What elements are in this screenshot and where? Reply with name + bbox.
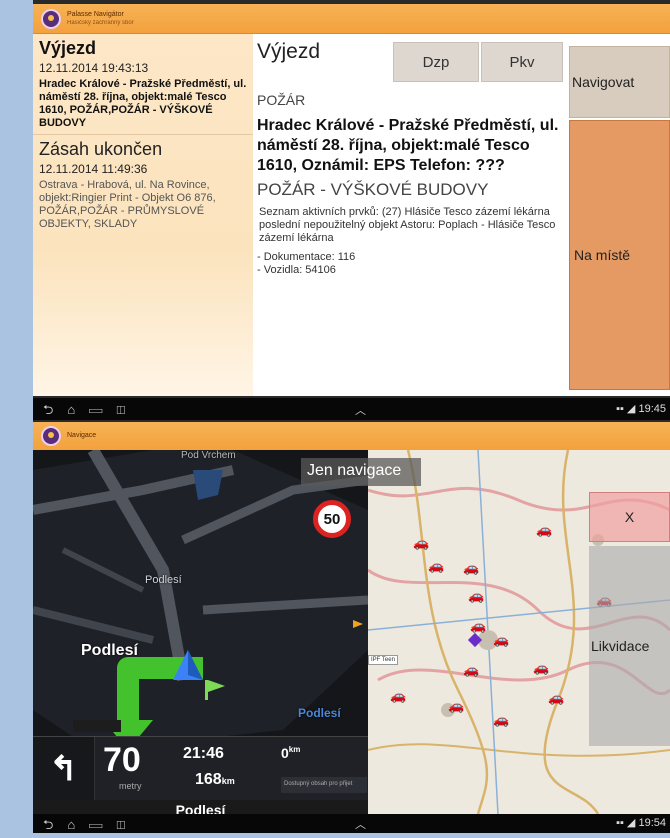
nav-only-button[interactable]: Jen navigace — [301, 458, 421, 486]
status-bar: ⮌⌂▭◫ ︿ ▪▪ ◢ 19:45 — [33, 398, 670, 420]
detail-documentation: - Dokumentace: 116 — [257, 251, 356, 263]
status-bar: ⮌⌂▭◫ ︿ ▪▪ ◢ 19:54 — [33, 814, 670, 833]
clock: 19:45 — [638, 403, 666, 415]
on-site-button[interactable]: Na místě — [569, 120, 670, 390]
detail-subtype: POŽÁR - VÝŠKOVÉ BUDOVY — [257, 180, 489, 199]
car-icon[interactable]: 🚗 — [390, 688, 406, 704]
incident-heading: Výjezd — [39, 38, 97, 58]
liquidation-button[interactable]: Likvidace — [589, 546, 670, 746]
screenshot-icon[interactable]: ◫ — [116, 817, 139, 832]
app-titlebar: Palasse Navigátor Hasičský záchranný sbo… — [33, 4, 670, 34]
tab-dzp[interactable]: Dzp — [393, 42, 479, 82]
nav-info-bar: ↰ 70 metry 21:46 168km 0km Dostupný obsa… — [33, 736, 368, 801]
recent-apps-icon[interactable]: ▭ — [89, 402, 116, 417]
action-panel: Navigovat Na místě — [563, 34, 670, 396]
incident-item[interactable]: Výjezd 12.11.2014 19:43:13 Hradec Králov… — [33, 34, 253, 135]
nav-buttons: ⮌⌂▭◫ — [43, 401, 139, 423]
status-indicators: ▪▪ ◢ 19:45 — [616, 402, 666, 415]
clock: 19:54 — [638, 817, 666, 829]
nav-buttons: ⮌⌂▭◫ — [43, 816, 139, 838]
car-icon[interactable]: 🚗 — [413, 535, 429, 551]
home-icon[interactable]: ⌂ — [67, 817, 89, 832]
incident-time: 12.11.2014 11:49:36 — [39, 162, 148, 176]
incident-list: Výjezd 12.11.2014 19:43:13 Hradec Králov… — [33, 34, 253, 396]
tab-pkv[interactable]: Pkv — [481, 42, 563, 82]
car-icon[interactable]: 🚗 — [468, 588, 484, 604]
back-icon[interactable]: ⮌ — [43, 402, 67, 417]
street-label: Podlesí — [145, 574, 182, 586]
next-distance: 0km — [281, 745, 301, 761]
car-icon[interactable]: 🚗 — [448, 698, 464, 714]
detail-vehicles: - Vozidla: 54106 — [257, 264, 336, 276]
signal-icon: ▪▪ ◢ — [616, 403, 636, 415]
app-titlebar: Navigace — [33, 422, 670, 450]
incident-desc: Ostrava - Hrabová, ul. Na Rovince, objek… — [39, 179, 216, 230]
app-title: Navigace — [67, 432, 97, 439]
distance-value: 70 — [103, 741, 141, 779]
distance-unit: metry — [119, 781, 142, 791]
screenshot-icon[interactable]: ◫ — [116, 402, 139, 417]
chevron-up-icon[interactable]: ︿ — [355, 816, 366, 832]
incident-app: Palasse Navigátor Hasičský záchranný sbo… — [33, 4, 670, 396]
street-name-bottom: Podlesí — [175, 802, 226, 814]
eta-time: 21:46 — [183, 745, 224, 762]
incident-detail: Výjezd Dzp Pkv POŽÁR Hradec Králové - Pr… — [253, 34, 563, 396]
car-icon[interactable]: 🚗 — [463, 662, 479, 678]
car-icon[interactable]: 🚗 — [493, 712, 509, 728]
car-icon[interactable]: 🚗 — [548, 690, 564, 706]
remaining-distance: 168km — [195, 771, 235, 788]
close-x-button[interactable]: X — [589, 492, 670, 542]
signal-icon: ▪▪ ◢ — [616, 817, 636, 829]
incident-item[interactable]: Zásah ukončen 12.11.2014 11:49:36 Ostrav… — [33, 135, 253, 235]
detail-title: Výjezd — [257, 40, 321, 63]
navigate-button[interactable]: Navigovat — [569, 46, 670, 118]
car-icon[interactable]: 🚗 — [463, 560, 479, 576]
car-icon[interactable]: 🚗 — [428, 558, 444, 574]
car-icon[interactable]: 🚗 — [536, 522, 552, 538]
back-icon[interactable]: ⮌ — [43, 817, 67, 832]
info-note: Dostupný obsah pro přijet — [281, 777, 367, 793]
incident-desc: Hradec Králové - Pražské Předměstí, ul. … — [39, 78, 247, 129]
home-icon[interactable]: ⌂ — [67, 402, 89, 417]
speed-limit-sign: 50 — [313, 500, 351, 538]
detail-note: Seznam aktivních prvků: (27) Hlásiče Tes… — [259, 206, 556, 244]
recent-apps-icon[interactable]: ▭ — [89, 817, 116, 832]
incident-time: 12.11.2014 19:43:13 — [39, 61, 149, 75]
detail-address: Hradec Králové - Pražské Předměstí, ul. … — [257, 117, 559, 174]
incident-heading: Zásah ukončen — [39, 139, 163, 159]
turn-left-icon: ↰ — [33, 737, 95, 801]
street-name-bar: Podlesí — [33, 800, 368, 814]
car-icon[interactable]: 🚗 — [493, 632, 509, 648]
street-label-top: Pod Vrchem — [181, 450, 236, 461]
status-indicators: ▪▪ ◢ 19:54 — [616, 816, 666, 829]
detail-category: POŽÁR — [257, 92, 306, 108]
app-title: Palasse Navigátor Hasičský záchranný sbo… — [67, 11, 134, 26]
chevron-up-icon[interactable]: ︿ — [355, 402, 366, 418]
car-icon[interactable]: 🚗 — [470, 618, 486, 634]
car-icon[interactable]: 🚗 — [533, 660, 549, 676]
app-logo-icon — [41, 9, 61, 29]
street-label-right: Podlesí — [298, 706, 341, 720]
navigation-app: Navigace Pod Vrchem Podlesí Podlesí Podl… — [33, 422, 670, 814]
street-label-current: Podlesí — [81, 642, 138, 659]
device-frame: Palasse Navigátor Hasičský záchranný sbo… — [33, 0, 670, 833]
app-logo-icon — [41, 426, 61, 446]
